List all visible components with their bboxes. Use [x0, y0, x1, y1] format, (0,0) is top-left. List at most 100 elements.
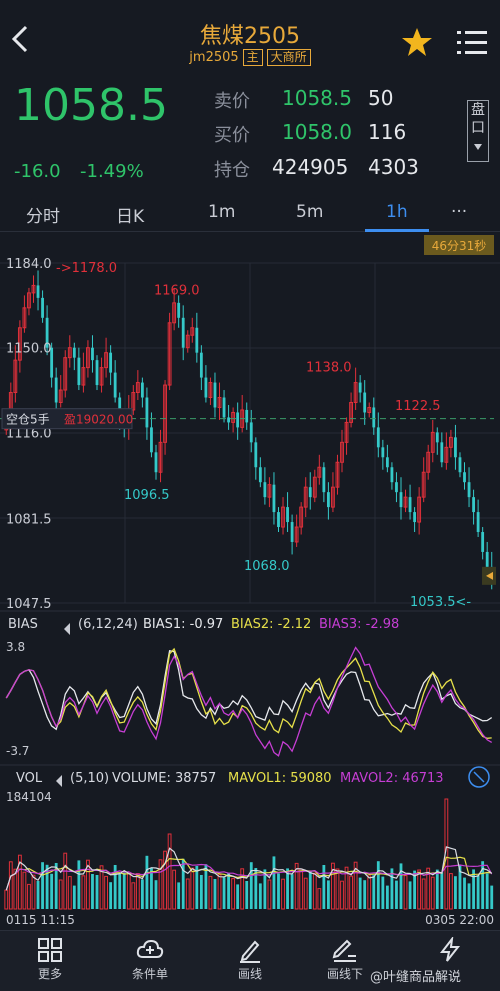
candle-body: [249, 422, 253, 443]
order-book-toggle[interactable]: 盘 口: [467, 100, 489, 162]
candle-body: [258, 467, 262, 483]
candle-body: [36, 285, 40, 298]
candles: [4, 270, 494, 590]
list-menu-icon[interactable]: [456, 28, 488, 56]
candle-body: [41, 297, 44, 318]
bias-title: BIAS: [8, 617, 38, 632]
candle-body: [467, 482, 471, 498]
candle-body: [463, 472, 466, 483]
volume-bar: [448, 873, 453, 910]
candle-body: [376, 427, 380, 448]
price-annotation: 1096.5: [124, 488, 170, 503]
open-interest-value: 424905: [272, 155, 349, 179]
vol-series-label: VOLUME: 38757: [112, 771, 216, 786]
volume-bar: [454, 876, 457, 909]
candle-body: [290, 522, 294, 542]
price-annotation: ->1178.0: [56, 261, 117, 276]
position-pnl: 盈19020.00: [64, 413, 133, 427]
volume-bar: [421, 878, 426, 910]
volume-bar: [490, 885, 494, 909]
candle-body: [272, 484, 276, 513]
volume-bar: [376, 861, 380, 909]
vol-series-label: MAVOL1: 59080: [228, 771, 332, 786]
volume-bar: [476, 875, 480, 909]
active-tab-indicator: [365, 229, 429, 232]
open-interest-change: 4303: [368, 155, 419, 179]
candle-body: [308, 487, 312, 498]
volume-bar: [231, 878, 236, 910]
tab-daily[interactable]: 日K: [116, 202, 144, 227]
tab-more[interactable]: ···: [451, 202, 467, 222]
bias-params: (6,12,24): [78, 617, 138, 632]
candle-body: [286, 507, 289, 523]
volume-bar: [290, 874, 294, 909]
candle-body: [113, 372, 117, 398]
bid-label: 买价: [214, 125, 250, 146]
y-tick-label: 1047.5: [6, 597, 52, 612]
price-change-percent: -1.49%: [80, 161, 144, 182]
tab-timeshare[interactable]: 分时: [26, 202, 60, 227]
tab-1h[interactable]: 1h: [386, 202, 408, 222]
vol-y-max: 184104: [6, 790, 52, 804]
volume-bar: [50, 873, 54, 909]
candle-body: [408, 497, 412, 513]
volume-bar: [63, 852, 68, 910]
volume-bar: [213, 879, 217, 909]
open-interest-label: 持仓: [214, 160, 250, 181]
volume-bar: [281, 878, 285, 910]
volume-bar: [385, 885, 389, 909]
candle-body: [263, 482, 267, 498]
volume-bar: [363, 880, 367, 909]
volume-bar: [340, 880, 344, 910]
volume-bar: [430, 876, 435, 910]
countdown-text: 46分31秒: [432, 239, 487, 253]
interval-tabs: 分时 日K 1m 5m 1h ···: [0, 194, 500, 232]
candle-body: [440, 442, 444, 463]
candle-body: [199, 352, 203, 378]
candle-body: [95, 360, 99, 386]
tab-1m[interactable]: 1m: [208, 202, 235, 222]
volume-bar: [381, 876, 385, 909]
price-annotation: 1053.5<-: [410, 595, 471, 610]
more-button[interactable]: 更多: [10, 937, 90, 982]
bias-series-label: BIAS1: -0.97: [143, 617, 223, 632]
volume-bar: [217, 874, 222, 910]
candle-body: [372, 407, 376, 428]
volume-bar: [172, 869, 177, 910]
lightning-order-button[interactable]: [410, 937, 490, 963]
candle-body: [72, 347, 76, 358]
vol-series-label: MAVOL2: 46713: [340, 771, 444, 786]
position-label: 空仓5手: [6, 413, 50, 427]
bias-series-label: BIAS2: -2.12: [231, 617, 311, 632]
candle-body: [385, 457, 389, 468]
volume-bar: [277, 873, 280, 909]
volume-bar: [81, 875, 86, 910]
price-annotation: 1068.0: [244, 559, 290, 574]
vol-dropdown-icon: [56, 775, 62, 787]
candle-body: [245, 409, 249, 423]
bias-series-label: BIAS3: -2.98: [319, 617, 399, 632]
volume-bar: [317, 888, 322, 910]
bias-line: [5, 646, 493, 757]
volume-bar: [177, 882, 181, 909]
volume-bar: [367, 875, 372, 910]
candle-body: [358, 382, 362, 393]
volume-bar: [326, 880, 330, 909]
conditional-order-button[interactable]: 条件单: [110, 937, 190, 982]
volume-bar: [286, 868, 289, 909]
x-tick-end: 0305 22:00: [425, 913, 494, 927]
kline-chart[interactable]: 46分31秒 1184.01150.01116.01081.51047.5空仓5…: [0, 233, 500, 930]
volume-bar: [408, 881, 412, 909]
candle-body: [150, 427, 153, 453]
volume-bar: [395, 880, 398, 909]
volume-bar: [67, 876, 72, 910]
star-icon[interactable]: [400, 26, 434, 58]
volume-bar: [463, 877, 466, 909]
volume-bar: [322, 865, 326, 909]
candle-body: [254, 442, 258, 468]
tab-5m[interactable]: 5m: [296, 202, 323, 222]
volume-bar: [249, 862, 253, 909]
volume-bar: [118, 874, 122, 909]
draw-line-button[interactable]: 画线: [210, 937, 290, 982]
more-label: 更多: [37, 967, 62, 981]
